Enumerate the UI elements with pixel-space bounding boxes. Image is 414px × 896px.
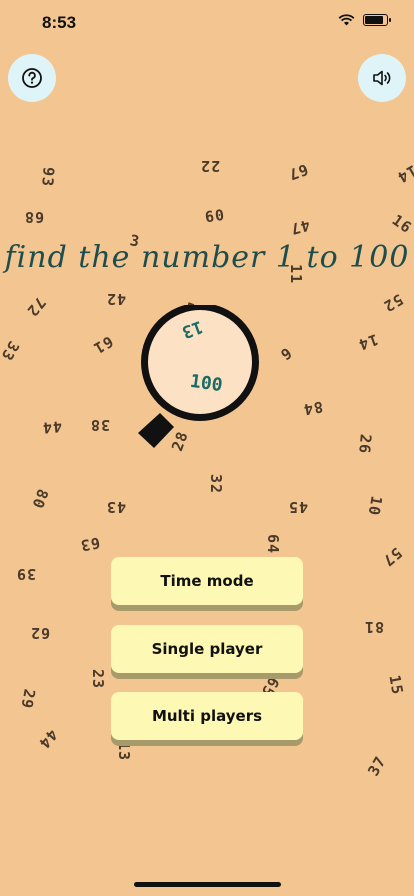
- scatter-number: 33: [0, 337, 23, 365]
- scatter-number: 9: [277, 343, 297, 365]
- lens-number: 100: [188, 370, 224, 397]
- scatter-number: 72: [22, 293, 50, 321]
- multi-players-button[interactable]: Multi players: [111, 692, 303, 740]
- scatter-number: 39: [16, 565, 37, 583]
- scatter-number: 44: [34, 725, 62, 753]
- scatter-number: 47: [288, 215, 313, 239]
- scatter-number: 29: [17, 687, 39, 711]
- scatter-number: 64: [264, 533, 283, 555]
- scatter-number: 14: [393, 161, 414, 187]
- scatter-number: 44: [41, 417, 63, 437]
- scatter-number: 80: [28, 486, 52, 512]
- scatter-number: 62: [30, 624, 51, 642]
- scatter-number: 60: [203, 205, 227, 227]
- scatter-number: 23: [89, 668, 108, 690]
- scatter-number: 43: [106, 498, 127, 516]
- scatter-number: 84: [301, 397, 325, 419]
- scatter-number: 68: [24, 208, 45, 226]
- scatter-number: 93: [38, 166, 58, 188]
- scatter-number: 45: [288, 498, 309, 516]
- scatter-number: 26: [355, 433, 375, 455]
- scatter-number: 67: [285, 160, 311, 184]
- scatter-number: 37: [364, 752, 390, 780]
- scatter-number: 42: [106, 290, 127, 308]
- scatter-number: 14: [355, 330, 381, 354]
- game-title: find the number 1 to 100: [4, 240, 410, 275]
- scatter-number: 57: [378, 543, 406, 571]
- scatter-number: 61: [89, 332, 117, 358]
- home-indicator[interactable]: [134, 882, 281, 887]
- scatter-number: 15: [385, 673, 407, 697]
- scatter-number: 81: [364, 618, 385, 636]
- magnifier-logo: 13 100: [132, 305, 272, 455]
- scatter-number: 10: [364, 494, 386, 518]
- scatter-number: 63: [78, 533, 102, 555]
- scatter-number: 52: [379, 290, 407, 316]
- scatter-number: 16: [388, 210, 414, 238]
- scatter-number: 32: [207, 473, 226, 495]
- time-mode-button[interactable]: Time mode: [111, 557, 303, 605]
- single-player-button[interactable]: Single player: [111, 625, 303, 673]
- scatter-number: 38: [90, 416, 111, 434]
- scatter-number: 22: [200, 157, 221, 175]
- scatter-number: 13: [115, 740, 134, 762]
